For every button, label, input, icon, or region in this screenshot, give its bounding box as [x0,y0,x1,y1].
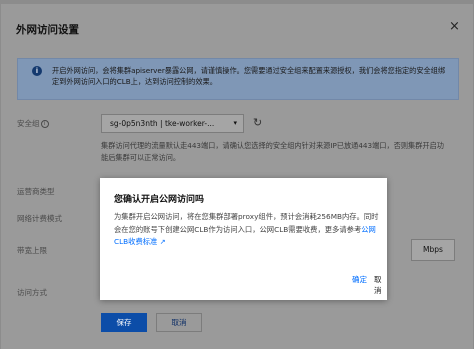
security-group-select[interactable]: sg-0p5n3nth | tke-worker-... ▾ [101,114,244,133]
popover-body: 为集群开启公网访问，将在您集群部署proxy组件，预计会消耗256MB内存。同时… [114,211,379,249]
bandwidth-unit[interactable]: Mbps [411,239,455,261]
save-button[interactable]: 保存 [101,313,147,332]
confirm-popover: 您确认开启公网访问吗 为集群开启公网访问，将在您集群部署proxy组件，预计会消… [100,178,387,300]
dialog-title: 外网访问设置 [16,24,79,36]
bandwidth-cap-label: 带宽上限 [17,246,47,255]
popover-confirm-button[interactable]: 确定 [352,274,367,285]
billing-mode-label: 网络计费模式 [17,214,62,223]
popover-title: 您确认开启公网访问吗 [114,195,205,205]
help-icon[interactable]: i [40,120,49,128]
refresh-icon[interactable]: ↻ [253,117,262,128]
access-method-label: 访问方式 [17,288,47,297]
close-icon[interactable]: × [449,20,460,33]
notice-banner: i 开启外网访问，会将集群apiserver暴露公网，请谨慎操作。您需要通过安全… [17,58,459,100]
security-group-value: sg-0p5n3nth | tke-worker-... [110,119,215,128]
popover-body-text: 为集群开启公网访问，将在您集群部署proxy组件，预计会消耗256MB内存。同时… [114,212,379,234]
security-group-help: 集群访问代理的流量默认走443端口，请确认您选择的安全组内针对来源IP已放通44… [101,141,444,162]
popover-cancel-button[interactable]: 取消 [374,274,387,296]
operator-type-label: 运营商类型 [17,187,55,196]
security-group-label: 安全组 i [17,118,49,129]
notice-text: 开启外网访问，会将集群apiserver暴露公网，请谨慎操作。您需要通过安全组来… [52,66,446,86]
external-link-icon: ↗ [159,238,166,246]
info-icon: i [32,66,42,76]
cancel-button[interactable]: 取消 [156,313,202,332]
chevron-down-icon: ▾ [233,119,237,127]
